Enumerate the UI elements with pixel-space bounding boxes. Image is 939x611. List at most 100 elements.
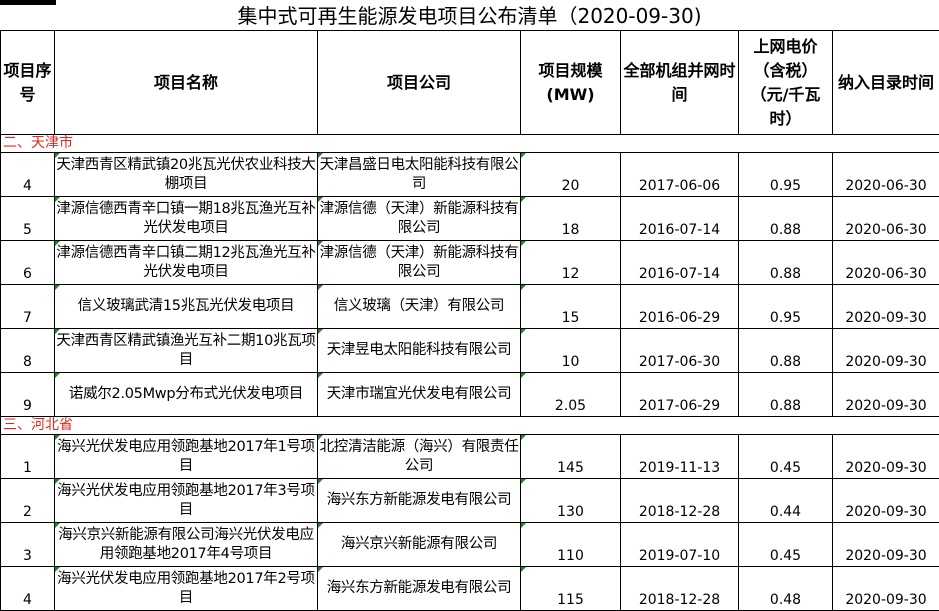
- cell-scale[interactable]: 130: [521, 479, 621, 523]
- text-number-warning-marker: [521, 373, 526, 378]
- cell-price[interactable]: 0.88: [739, 197, 833, 241]
- cell-company-text: 海兴东方新能源发电有限公司: [327, 580, 512, 596]
- cell-list-time[interactable]: 2020-06-30: [833, 153, 939, 197]
- cell-list-time[interactable]: 2020-06-30: [833, 241, 939, 285]
- cell-seq[interactable]: 4: [1, 567, 55, 611]
- cell-company-text: 天津昱电太阳能科技有限公司: [327, 342, 512, 358]
- cell-list-time[interactable]: 2020-09-30: [833, 285, 939, 329]
- cell-seq-text: 2: [23, 504, 32, 520]
- cell-scale[interactable]: 12: [521, 241, 621, 285]
- cell-list-time-text: 2020-06-30: [845, 266, 926, 282]
- cell-seq[interactable]: 9: [1, 373, 55, 417]
- cell-project-name[interactable]: 信义玻璃武清15兆瓦光伏发电项目: [55, 285, 318, 329]
- cell-seq-text: 4: [23, 592, 32, 608]
- cell-list-time[interactable]: 2020-09-30: [833, 329, 939, 373]
- cell-project-name-text: 海兴光伏发电应用领跑基地2017年2号项目: [57, 571, 315, 606]
- text-number-warning-marker: [55, 285, 60, 290]
- cell-seq[interactable]: 1: [1, 435, 55, 479]
- cell-company[interactable]: 信义玻璃（天津）有限公司: [318, 285, 521, 329]
- cell-scale[interactable]: 10: [521, 329, 621, 373]
- cell-scale-text: 145: [557, 460, 584, 476]
- cell-project-name[interactable]: 海兴京兴新能源有限公司海兴光伏发电应用领跑基地2017年4号项目: [55, 523, 318, 567]
- cell-price[interactable]: 0.45: [739, 523, 833, 567]
- cell-company[interactable]: 天津昌盛日电太阳能科技有限公司: [318, 153, 521, 197]
- cell-scale[interactable]: 110: [521, 523, 621, 567]
- section-label[interactable]: 二、天津市: [1, 135, 939, 153]
- cell-grid-time[interactable]: 2017-06-06: [621, 153, 739, 197]
- cell-scale[interactable]: 20: [521, 153, 621, 197]
- header-company: 项目公司: [318, 31, 521, 135]
- cell-grid-time[interactable]: 2016-07-14: [621, 241, 739, 285]
- cell-grid-time[interactable]: 2016-06-29: [621, 285, 739, 329]
- text-number-warning-marker: [55, 197, 60, 202]
- cell-seq[interactable]: 8: [1, 329, 55, 373]
- section-row: 二、天津市: [1, 135, 939, 153]
- cell-list-time[interactable]: 2020-09-30: [833, 373, 939, 417]
- cell-seq[interactable]: 4: [1, 153, 55, 197]
- cell-price[interactable]: 0.48: [739, 567, 833, 611]
- cell-scale[interactable]: 15: [521, 285, 621, 329]
- cell-grid-time[interactable]: 2016-07-14: [621, 197, 739, 241]
- cell-seq-text: 7: [23, 310, 32, 326]
- cell-project-name[interactable]: 诺威尔2.05Mwp分布式光伏发电项目: [55, 373, 318, 417]
- cell-seq[interactable]: 7: [1, 285, 55, 329]
- cell-grid-time[interactable]: 2017-06-29: [621, 373, 739, 417]
- cell-grid-time[interactable]: 2017-06-30: [621, 329, 739, 373]
- cell-seq[interactable]: 2: [1, 479, 55, 523]
- cell-company[interactable]: 天津昱电太阳能科技有限公司: [318, 329, 521, 373]
- cell-list-time-text: 2020-06-30: [845, 178, 926, 194]
- cell-project-name[interactable]: 天津西青区精武镇20兆瓦光伏农业科技大棚项目: [55, 153, 318, 197]
- cell-price-text: 0.95: [770, 178, 801, 194]
- text-number-warning-marker: [318, 329, 323, 334]
- cell-project-name[interactable]: 天津西青区精武镇渔光互补二期10兆瓦项目: [55, 329, 318, 373]
- cell-price[interactable]: 0.45: [739, 435, 833, 479]
- cell-scale[interactable]: 145: [521, 435, 621, 479]
- cell-project-name[interactable]: 海兴光伏发电应用领跑基地2017年1号项目: [55, 435, 318, 479]
- cell-grid-time[interactable]: 2018-12-28: [621, 479, 739, 523]
- cell-grid-time[interactable]: 2019-07-10: [621, 523, 739, 567]
- cell-seq[interactable]: 3: [1, 523, 55, 567]
- cell-project-name[interactable]: 海兴光伏发电应用领跑基地2017年3号项目: [55, 479, 318, 523]
- cell-company[interactable]: 天津市瑞宜光伏发电有限公司: [318, 373, 521, 417]
- table-row: 2海兴光伏发电应用领跑基地2017年3号项目海兴东方新能源发电有限公司13020…: [1, 479, 939, 523]
- cell-seq-text: 9: [23, 398, 32, 414]
- cell-company[interactable]: 津源信德（天津）新能源科技有限公司: [318, 241, 521, 285]
- cell-price[interactable]: 0.44: [739, 479, 833, 523]
- cell-scale[interactable]: 115: [521, 567, 621, 611]
- cell-company[interactable]: 海兴东方新能源发电有限公司: [318, 567, 521, 611]
- cell-grid-time-text: 2019-07-10: [639, 548, 720, 564]
- cell-seq[interactable]: 5: [1, 197, 55, 241]
- cell-seq[interactable]: 6: [1, 241, 55, 285]
- cell-project-name[interactable]: 津源信德西青辛口镇二期12兆瓦渔光互补光伏发电项目: [55, 241, 318, 285]
- cell-price[interactable]: 0.88: [739, 373, 833, 417]
- cell-company[interactable]: 北控清洁能源（海兴）有限责任公司: [318, 435, 521, 479]
- cell-list-time[interactable]: 2020-09-30: [833, 523, 939, 567]
- cell-project-name[interactable]: 津源信德西青辛口镇一期18兆瓦渔光互补光伏发电项目: [55, 197, 318, 241]
- cell-list-time[interactable]: 2020-06-30: [833, 197, 939, 241]
- section-label[interactable]: 三、河北省: [1, 417, 939, 435]
- cell-company-text: 天津昌盛日电太阳能科技有限公司: [320, 157, 519, 192]
- cell-list-time-text: 2020-09-30: [845, 310, 926, 326]
- text-number-warning-marker: [521, 285, 526, 290]
- cell-seq-text: 3: [23, 548, 32, 564]
- cell-scale[interactable]: 2.05: [521, 373, 621, 417]
- table-row: 1海兴光伏发电应用领跑基地2017年1号项目北控清洁能源（海兴）有限责任公司 14…: [1, 435, 939, 479]
- cell-price[interactable]: 0.95: [739, 285, 833, 329]
- cell-grid-time[interactable]: 2019-11-13: [621, 435, 739, 479]
- cell-project-name[interactable]: 海兴光伏发电应用领跑基地2017年2号项目: [55, 567, 318, 611]
- cell-price[interactable]: 0.88: [739, 241, 833, 285]
- cell-list-time[interactable]: 2020-09-30: [833, 567, 939, 611]
- cell-grid-time[interactable]: 2018-12-28: [621, 567, 739, 611]
- cell-company[interactable]: 海兴京兴新能源有限公司: [318, 523, 521, 567]
- cell-scale[interactable]: 18: [521, 197, 621, 241]
- cell-list-time[interactable]: 2020-09-30: [833, 435, 939, 479]
- cell-project-name-text: 海兴光伏发电应用领跑基地2017年3号项目: [57, 483, 315, 518]
- cell-list-time[interactable]: 2020-09-30: [833, 479, 939, 523]
- table-row: 9 诺威尔2.05Mwp分布式光伏发电项目天津市瑞宜光伏发电有限公司2.05201…: [1, 373, 939, 417]
- cell-price[interactable]: 0.88: [739, 329, 833, 373]
- cell-project-name-text: 津源信德西青辛口镇二期12兆瓦渔光互补光伏发电项目: [56, 245, 315, 280]
- text-number-warning-marker: [521, 479, 526, 484]
- cell-company[interactable]: 海兴东方新能源发电有限公司: [318, 479, 521, 523]
- cell-company[interactable]: 津源信德（天津）新能源科技有限公司: [318, 197, 521, 241]
- cell-price[interactable]: 0.95: [739, 153, 833, 197]
